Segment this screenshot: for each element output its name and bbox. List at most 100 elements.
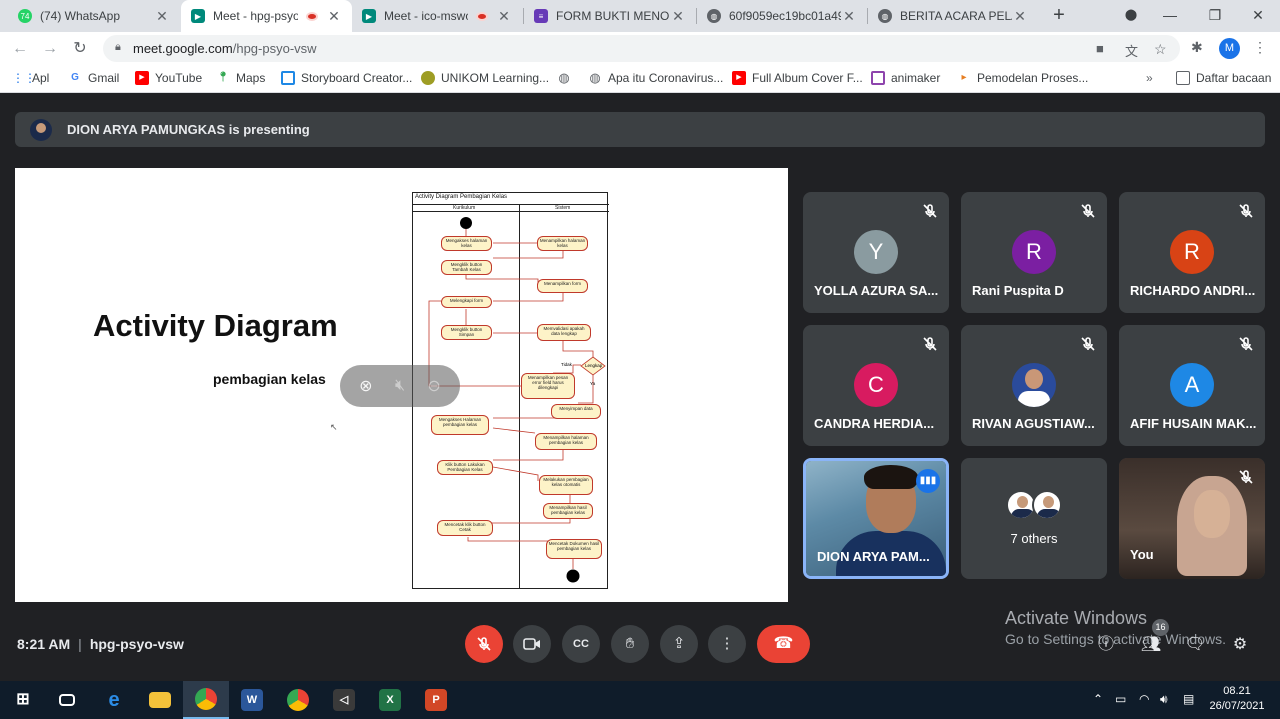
decision-yes-label: Ya [590,381,596,386]
bookmark-album[interactable]: ▶ Full Album Cover F... [732,71,863,85]
participant-tile[interactable]: Y YOLLA AZURA SA... [803,192,949,313]
raise-hand-button[interactable]: ✋︎ [611,625,649,663]
close-icon[interactable]: ✕ [154,8,170,25]
participant-tile[interactable]: RIVAN AGUSTIAW... [961,325,1107,446]
more-options-button[interactable]: ⋮ [708,625,746,663]
start-button[interactable]: ⊞ [0,681,46,719]
others-tile[interactable]: 7 others [961,458,1107,579]
close-window-button[interactable]: ✕ [1236,0,1280,32]
taskbar-powerpoint[interactable]: P [413,681,459,719]
taskbar-clock[interactable]: 08.21 26/07/2021 [1204,684,1270,714]
participant-tile[interactable]: C CANDRA HERDIA... [803,325,949,446]
address-bar[interactable]: 🔒︎ meet.google.com/hpg-psyo-vsw ■ 文 ☆ [103,35,1180,62]
self-tile[interactable]: You [1119,458,1265,579]
edge-icon: e [108,689,120,711]
bookmark-animaker[interactable]: animaker [871,71,940,85]
profile-avatar[interactable]: M [1219,38,1240,59]
recording-icon [306,11,318,21]
wifi-icon[interactable]: ◠ [1139,692,1149,706]
bookmark-unikom[interactable]: UNIKOM Learning... [421,71,549,85]
camera-icon[interactable]: ■ [1096,41,1104,56]
translate-icon[interactable]: 文 [1125,41,1138,60]
tab-meet-active[interactable]: ▶ Meet - hpg-psyo- ✕ [181,0,352,32]
tab-title: (74) WhatsApp [40,9,121,23]
people-icon[interactable]: 👥︎ [1139,633,1163,657]
maps-pin-icon: 📍︎ [216,72,230,83]
activity-node: Menampilkan pesan error field harus dile… [521,373,575,399]
remove-icon[interactable]: ⊖ [427,376,440,396]
tab-form[interactable]: ≡ FORM BUKTI MENONT ✕ [524,0,696,32]
mic-off-icon [1080,336,1096,352]
taskbar-word[interactable]: W [229,681,275,719]
bookmark-gmail[interactable]: G Gmail [68,71,119,85]
bookmark-apps[interactable]: ⋮⋮ Apl [12,71,49,85]
participant-name: RICHARDO ANDRI... [1130,283,1256,298]
extensions-icon[interactable]: ✱ [1191,39,1203,56]
leave-call-button[interactable]: ☎︎ [757,625,810,663]
tab-title: FORM BUKTI MENONT [556,9,670,23]
meeting-details-icon[interactable]: ⓘ [1094,633,1118,657]
bookmark-storyboard[interactable]: Storyboard Creator... [281,71,412,85]
tab-web-1[interactable]: ◍ 60f9059ec19bc01a492 ✕ [697,0,867,32]
bookmark-globe[interactable]: ◍ [557,71,577,85]
participant-tile[interactable]: R Rani Puspita D [961,192,1107,313]
battery-icon[interactable]: ▭ [1115,692,1126,706]
reload-button[interactable]: ↻ [69,38,91,60]
tab-meet-2[interactable]: ▶ Meet - ico-mswc- ✕ [352,0,522,32]
taskbar-explorer[interactable] [137,681,183,719]
captions-button[interactable]: CC [562,625,600,663]
tab-whatsapp[interactable]: 74 (74) WhatsApp ✕ [8,0,180,32]
taskbar-chrome[interactable] [183,681,229,719]
taskbar-app[interactable]: ◁ [321,681,367,719]
task-view-button[interactable] [44,681,90,719]
participant-tile[interactable]: A AFIF HUSAIN MAK... [1119,325,1265,446]
presenting-text: DION ARYA PAMUNGKAS is presenting [67,122,310,137]
participant-tile[interactable]: R RICHARDO ANDRI... [1119,192,1265,313]
menu-kebab-icon[interactable]: ⋮ [1253,39,1267,56]
camera-toggle-button[interactable] [513,625,551,663]
mute-presenter-icon[interactable]: 🔇︎ [395,377,405,395]
close-icon[interactable]: ✕ [326,8,342,25]
new-tab-button[interactable]: + [1048,4,1070,26]
presenter-hover-controls: ⊗ 🔇︎ ⊖ [340,365,460,407]
storyboard-icon [281,71,295,85]
bookmark-maps[interactable]: 📍︎ Maps [216,71,266,85]
bookmark-pemodelan[interactable]: ▸ Pemodelan Proses... [957,71,1088,85]
others-count-label: 7 others [1010,531,1058,546]
reading-list-button[interactable]: Daftar bacaan [1176,71,1271,85]
globe-icon: ◍ [707,9,721,23]
participant-avatar: A [1170,363,1214,407]
activities-icon[interactable]: ⚙︎ [1228,633,1252,657]
mic-toggle-button[interactable] [465,625,503,663]
forward-button[interactable]: → [39,38,61,60]
tray-chevron-icon[interactable]: ⌃ [1093,692,1103,706]
present-screen-button[interactable]: ⇪ [660,625,698,663]
maximize-button[interactable]: ❐ [1193,0,1237,32]
taskbar-excel[interactable]: X [367,681,413,719]
folder-icon [149,692,171,708]
minimize-button[interactable]: — [1148,0,1192,32]
close-icon[interactable]: ✕ [841,8,857,25]
volume-icon[interactable]: 🔊︎ [1160,692,1168,707]
close-icon[interactable]: ✕ [496,8,512,25]
apps-grid-icon: ⋮⋮ [12,71,36,85]
activity-node: Memvalidasi apakah data lengkap [537,324,591,341]
speaker-tile[interactable]: ▮▮▮ DION ARYA PAM... [803,458,949,579]
activity-node: Mengakses Halaman pembagian kelas [431,415,489,435]
bookmarks-overflow-icon[interactable]: » [1146,71,1153,85]
bookmark-youtube[interactable]: ▶ YouTube [135,71,202,85]
notification-icon[interactable]: ▤ [1183,692,1194,706]
close-icon[interactable]: ✕ [1012,8,1028,25]
clock-time: 8:21 AM [17,636,71,652]
tab-search-button[interactable]: ⬤ [1109,0,1153,32]
pin-off-icon[interactable]: ⊗ [359,376,372,396]
taskbar-edge[interactable]: e [91,681,137,719]
bookmark-coronavirus[interactable]: ◍ Apa itu Coronavirus... [588,71,723,86]
bookmark-star-icon[interactable]: ☆ [1154,41,1167,58]
tab-web-2[interactable]: ◍ BERITA ACARA PELAK ✕ [868,0,1038,32]
taskbar-chrome-2[interactable] [275,681,321,719]
presentation-slide: Activity Diagram pembagian kelas ↖ Activ… [15,168,788,602]
back-button[interactable]: ← [9,38,31,60]
chat-icon[interactable]: 🗨︎ [1183,633,1207,657]
close-icon[interactable]: ✕ [670,8,686,25]
